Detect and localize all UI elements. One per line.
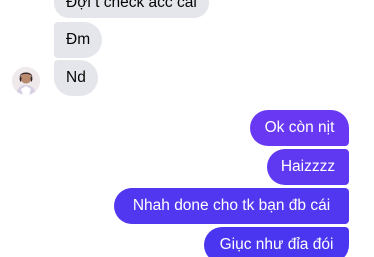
message-text: Nd <box>66 69 86 86</box>
sender-avatar[interactable] <box>12 67 40 95</box>
incoming-message[interactable]: Đợi t check acc cái <box>54 0 209 18</box>
message-text: Giục như đỉa đói <box>219 236 334 253</box>
outgoing-message[interactable]: Giục như đỉa đói <box>204 227 349 257</box>
outgoing-message[interactable]: Ok còn nịt <box>250 110 349 146</box>
incoming-message[interactable]: Nd <box>54 60 98 96</box>
message-text: Nhah done cho tk bạn đb cái <box>132 197 331 214</box>
incoming-message[interactable]: Đm <box>54 22 103 58</box>
message-text: Ok còn nịt <box>264 119 335 136</box>
message-text: Haizzzz <box>280 158 336 175</box>
message-text: Đm <box>66 31 91 48</box>
avatar-person-icon <box>12 67 40 95</box>
outgoing-message[interactable]: Nhah done cho tk bạn đb cái <box>114 188 349 224</box>
outgoing-message[interactable]: Haizzzz <box>267 149 349 185</box>
chat-thread: Đợi t check acc cái Đm Nd Ok còn nịt Hai… <box>0 0 374 257</box>
message-text: Đợi t check acc cái <box>66 0 197 11</box>
